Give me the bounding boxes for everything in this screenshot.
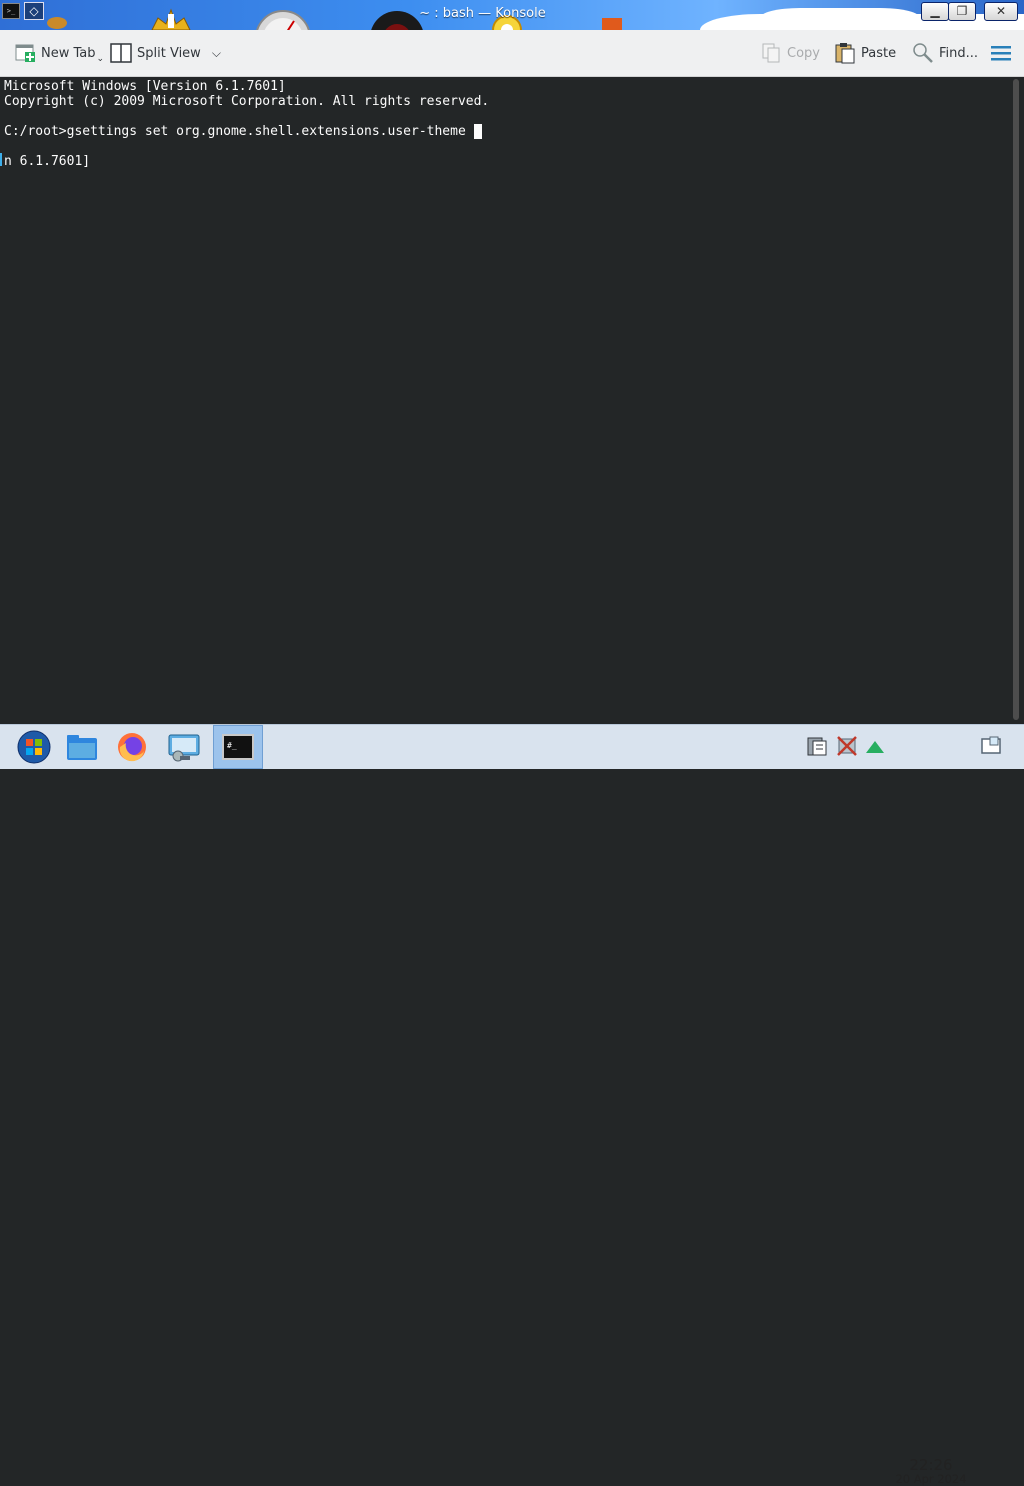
copy-icon (760, 42, 782, 64)
copy-label: Copy (787, 45, 820, 61)
new-tab-label: New Tab (41, 45, 96, 61)
paste-label: Paste (861, 45, 897, 61)
hamburger-menu-button[interactable] (990, 40, 1012, 66)
copy-button[interactable]: Copy (760, 40, 820, 66)
konsole-icon: #_ (222, 734, 254, 760)
audio-muted-tray-icon[interactable] (836, 735, 858, 757)
minimize-button[interactable]: ▁ (921, 2, 949, 21)
network-tray-icon[interactable] (864, 735, 886, 757)
start-button[interactable] (12, 728, 56, 766)
terminal-command: C:/root>gsettings set org.gnome.shell.ex… (4, 124, 474, 139)
window-title: ~ : bash — Konsole (419, 6, 546, 21)
selection-marker (0, 153, 2, 166)
clock-date[interactable]: 20 Apr 2024 (890, 1472, 972, 1486)
konsole-toolbar: New Tab ⌄ Split View ⌵ Copy Paste Find..… (0, 30, 1024, 77)
search-icon (912, 42, 934, 64)
new-tab-icon (14, 42, 36, 64)
settings-icon (168, 734, 200, 762)
new-tab-button[interactable]: New Tab ⌄ (14, 40, 104, 66)
chevron-down-icon: ⌄ (96, 54, 105, 64)
taskbar: #_ 22:26 20 Apr 2024 (0, 724, 1024, 1486)
terminal-line: Copyright (c) 2009 Microsoft Corporation… (4, 94, 490, 109)
show-desktop-icon[interactable] (980, 735, 1002, 757)
find-label: Find... (939, 45, 979, 61)
split-view-icon (110, 42, 132, 64)
terminal-view[interactable]: Microsoft Windows [Version 6.1.7601] Cop… (0, 77, 1010, 724)
taskbar-file-manager[interactable] (60, 728, 104, 766)
terminal-line: Microsoft Windows [Version 6.1.7601] (4, 79, 286, 94)
minimize-icon: ▁ (930, 4, 940, 18)
taskbar-firefox[interactable] (110, 728, 154, 766)
svg-text:#_: #_ (227, 741, 237, 750)
folder-icon (67, 735, 97, 760)
restore-icon: ❐ (956, 4, 968, 18)
taskbar-system-settings[interactable] (162, 728, 206, 766)
close-button[interactable]: ✕ (984, 2, 1018, 21)
paste-icon (834, 42, 856, 64)
scrollbar-thumb[interactable] (1013, 79, 1019, 720)
terminal-cursor (473, 124, 482, 139)
taskbar-konsole[interactable]: #_ (213, 725, 263, 769)
paste-button[interactable]: Paste (834, 40, 896, 66)
terminal-line: n 6.1.7601] (4, 154, 91, 169)
terminal-prompt-line: C:/root>gsettings set org.gnome.shell.ex… (4, 124, 482, 139)
firefox-icon (118, 733, 146, 762)
split-view-label: Split View (137, 45, 201, 61)
window-titlebar[interactable]: >_ ◇ ~ : bash — Konsole ▁ ❐ ✕ (0, 0, 1024, 30)
split-view-button[interactable]: Split View ⌵ (110, 40, 221, 66)
clipboard-tray-icon[interactable] (806, 735, 828, 757)
find-button[interactable]: Find... (912, 40, 978, 66)
chevron-down-icon[interactable]: ⌵ (212, 46, 221, 61)
start-orb-icon (17, 730, 51, 764)
maximize-button[interactable]: ❐ (948, 2, 976, 21)
hamburger-menu-icon (990, 42, 1012, 64)
close-icon: ✕ (995, 4, 1007, 18)
